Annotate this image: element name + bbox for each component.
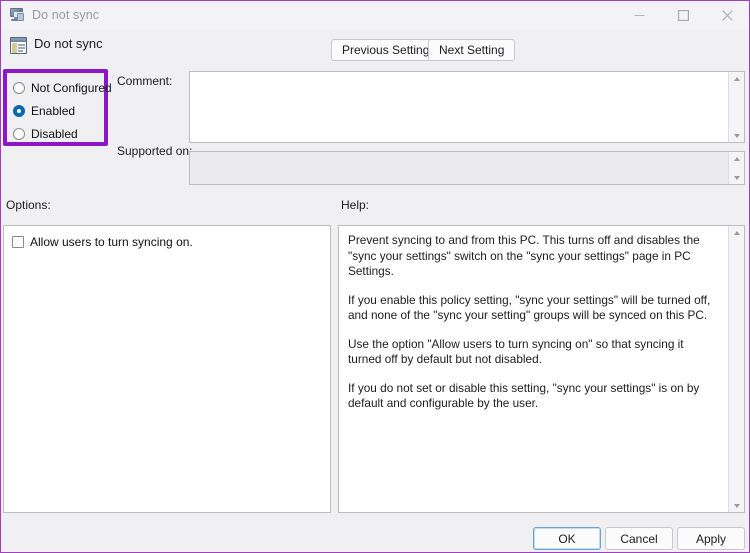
- next-setting-button[interactable]: Next Setting: [428, 39, 516, 61]
- supported-on-label: Supported on:: [117, 144, 193, 158]
- group-policy-setting-dialog: Do not sync Do not sync Previous Setting…: [0, 0, 750, 553]
- scroll-up-icon[interactable]: [729, 226, 744, 239]
- radio-not-configured[interactable]: Not Configured: [13, 79, 112, 97]
- title-bar: Do not sync: [1, 1, 749, 29]
- radio-enabled-label: Enabled: [31, 104, 76, 118]
- radio-not-configured-label: Not Configured: [31, 81, 112, 95]
- help-panel-content: Prevent syncing to and from this PC. Thi…: [339, 226, 728, 512]
- help-paragraph: Prevent syncing to and from this PC. Thi…: [348, 233, 700, 278]
- policy-name: Do not sync: [34, 36, 103, 51]
- supported-on-value: [190, 152, 728, 184]
- computer-monitor-icon: [9, 7, 25, 23]
- cancel-button[interactable]: Cancel: [605, 527, 673, 550]
- options-label: Options:: [6, 198, 51, 212]
- checkbox-allow-users-turn-syncing-on-label: Allow users to turn syncing on.: [30, 235, 193, 249]
- help-panel: Prevent syncing to and from this PC. Thi…: [338, 225, 745, 513]
- help-scrollbar[interactable]: [728, 226, 744, 512]
- window-title: Do not sync: [32, 8, 100, 22]
- radio-enabled[interactable]: Enabled: [13, 102, 75, 120]
- apply-button[interactable]: Apply: [677, 527, 745, 550]
- comment-scrollbar[interactable]: [728, 72, 744, 142]
- previous-setting-button[interactable]: Previous Setting: [331, 39, 441, 61]
- help-label: Help:: [341, 198, 370, 212]
- scroll-up-icon[interactable]: [729, 152, 744, 165]
- options-panel-content: Allow users to turn syncing on.: [4, 226, 330, 512]
- ok-button[interactable]: OK: [533, 527, 601, 550]
- radio-disabled[interactable]: Disabled: [13, 125, 78, 143]
- radio-disabled-mark[interactable]: [13, 128, 25, 140]
- supported-on-textarea[interactable]: [189, 151, 745, 185]
- scroll-down-icon[interactable]: [729, 171, 744, 184]
- help-paragraph: If you enable this policy setting, "sync…: [348, 292, 711, 323]
- scroll-down-icon[interactable]: [729, 129, 744, 142]
- comment-label: Comment:: [117, 74, 173, 88]
- window-controls: [617, 1, 749, 29]
- group-policy-setting-icon: [10, 37, 27, 54]
- maximize-icon[interactable]: [661, 1, 705, 29]
- checkbox-allow-users-turn-syncing-on-mark[interactable]: [12, 236, 24, 248]
- options-panel: Allow users to turn syncing on.: [3, 225, 331, 513]
- scroll-up-icon[interactable]: [729, 72, 744, 85]
- checkbox-allow-users-turn-syncing-on[interactable]: Allow users to turn syncing on.: [12, 235, 320, 249]
- comment-textarea[interactable]: [189, 71, 745, 143]
- scroll-down-icon[interactable]: [729, 499, 744, 512]
- close-icon[interactable]: [705, 1, 749, 29]
- policy-state-highlight-box: Not Configured Enabled Disabled: [3, 69, 112, 146]
- radio-not-configured-mark[interactable]: [13, 82, 25, 94]
- comment-value[interactable]: [190, 72, 728, 142]
- radio-disabled-label: Disabled: [31, 127, 78, 141]
- help-paragraph: Use the option "Allow users to turn sync…: [348, 336, 684, 367]
- help-paragraph: If you do not set or disable this settin…: [348, 380, 700, 411]
- minimize-icon[interactable]: [617, 1, 661, 29]
- radio-enabled-mark[interactable]: [13, 105, 25, 117]
- supported-on-scrollbar[interactable]: [728, 152, 744, 184]
